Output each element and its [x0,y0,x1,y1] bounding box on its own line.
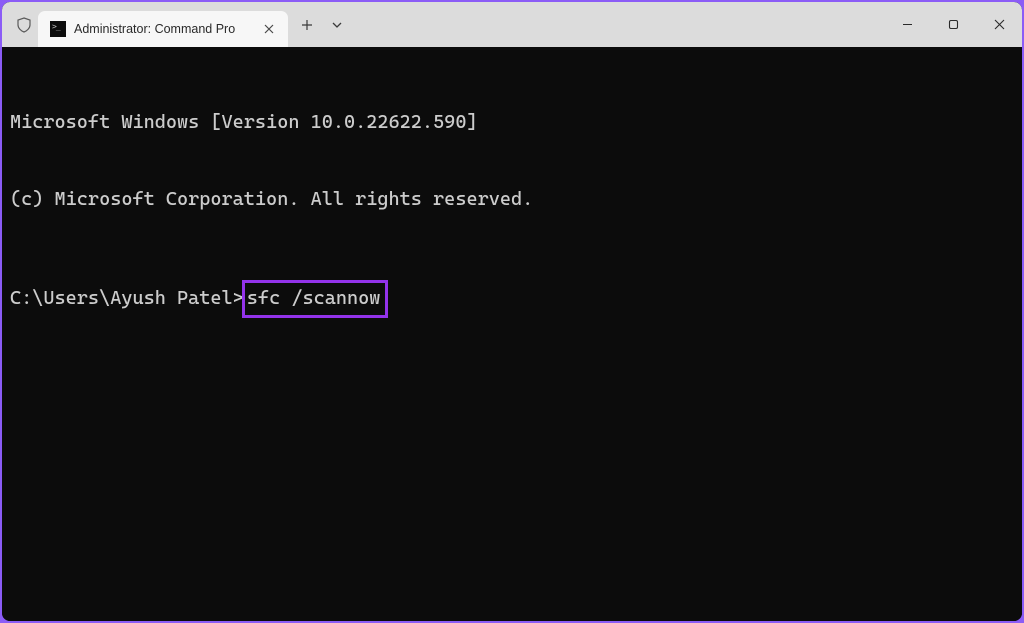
version-line: Microsoft Windows [Version 10.0.22622.59… [10,110,1014,136]
terminal-icon [50,21,66,37]
tab-dropdown-button[interactable] [323,9,351,41]
prompt-path: C:\Users\Ayush Patel> [10,286,244,312]
terminal-output[interactable]: Microsoft Windows [Version 10.0.22622.59… [2,47,1022,621]
new-tab-button[interactable] [291,9,323,41]
prompt-line: C:\Users\Ayush Patel>sfc /scannow [10,280,1014,318]
titlebar: Administrator: Command Pro [2,2,1022,47]
shield-icon [16,17,32,33]
command-highlight: sfc /scannow [242,280,389,318]
command-text: sfc /scannow [247,287,381,309]
minimize-button[interactable] [884,2,930,47]
window-controls [884,2,1022,47]
tab-command-prompt[interactable]: Administrator: Command Pro [38,11,288,47]
copyright-line: (c) Microsoft Corporation. All rights re… [10,187,1014,213]
close-window-button[interactable] [976,2,1022,47]
tab-title: Administrator: Command Pro [74,22,254,36]
close-tab-button[interactable] [260,20,278,38]
terminal-window: Administrator: Command Pro Microsoft Win… [2,2,1022,621]
maximize-button[interactable] [930,2,976,47]
